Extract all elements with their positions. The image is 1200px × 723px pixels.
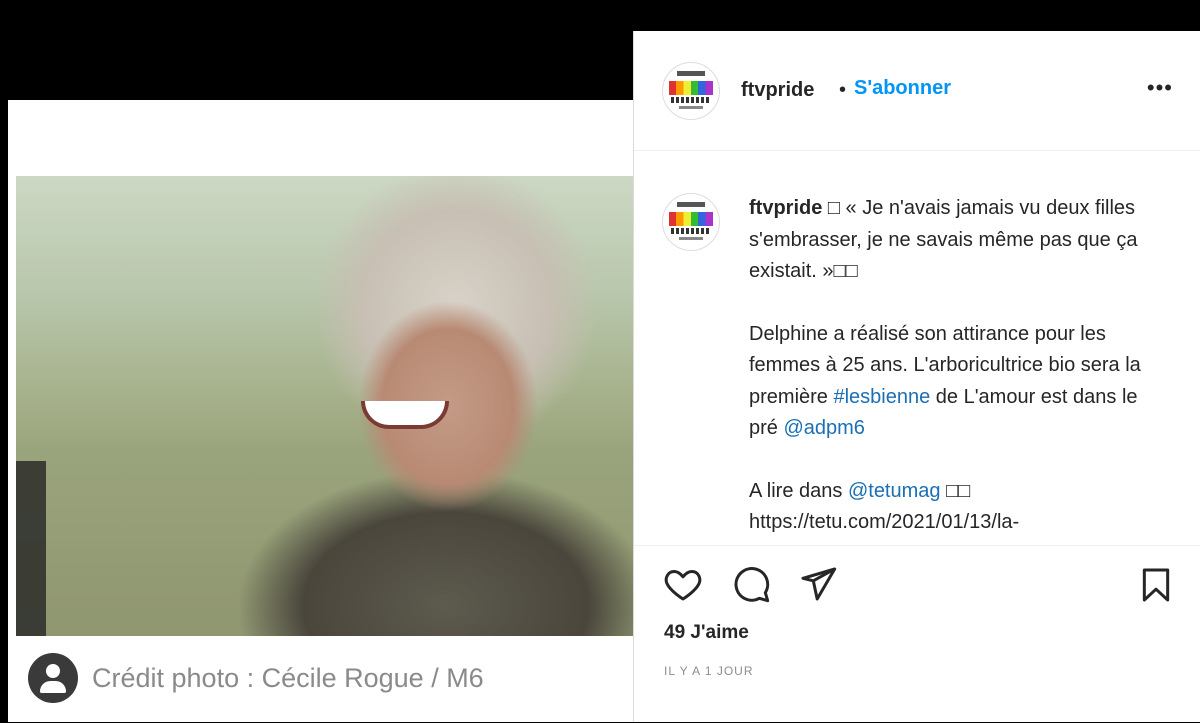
hashtag-link[interactable]: #lesbienne [833, 386, 930, 408]
post-header: ftvpride • S'abonner ••• [634, 31, 1200, 151]
article-url[interactable]: https://tetu.com/2021/01/13/la- [749, 511, 1019, 533]
caption-text: ftvpride □ « Je n'avais jamais vu deux f… [749, 193, 1169, 539]
separator-dot: • [839, 79, 847, 101]
instagram-post-panel: ftvpride • S'abonner ••• ftvpride □ « Je… [633, 31, 1200, 722]
profile-avatar[interactable] [662, 62, 720, 120]
caption-read-prefix: A lire dans [749, 479, 848, 502]
profile-username[interactable]: ftvpride [741, 79, 814, 102]
bookmark-icon[interactable] [1136, 564, 1176, 606]
caption-area: ftvpride □ « Je n'avais jamais vu deux f… [634, 151, 1200, 551]
article-image-card: Crédit photo : Cécile Rogue / M6 [8, 100, 648, 722]
caption-emoji: □□ [940, 479, 971, 502]
comment-icon[interactable] [730, 564, 772, 604]
mention-link[interactable]: @adpm6 [783, 417, 864, 439]
follow-button[interactable]: S'abonner [854, 77, 951, 100]
user-avatar-icon [28, 653, 78, 703]
post-timestamp[interactable]: IL Y A 1 JOUR [664, 664, 754, 678]
photo-credit: Crédit photo : Cécile Rogue / M6 [28, 653, 484, 703]
mention-link[interactable]: @tetumag [848, 480, 941, 502]
caption-username[interactable]: ftvpride [749, 197, 822, 219]
heart-icon[interactable] [662, 564, 704, 604]
like-count[interactable]: 49 J'aime [664, 622, 749, 644]
post-actions: 49 J'aime IL Y A 1 JOUR [634, 545, 1200, 723]
photo-credit-text: Crédit photo : Cécile Rogue / M6 [92, 662, 484, 693]
portrait-photo [16, 176, 640, 636]
paper-plane-icon[interactable] [798, 564, 838, 604]
more-options-icon[interactable]: ••• [1147, 75, 1173, 101]
caption-avatar[interactable] [662, 193, 720, 251]
